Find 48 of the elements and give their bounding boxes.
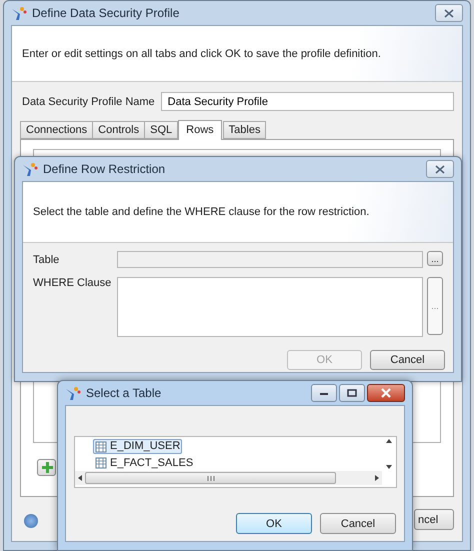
table-icon — [95, 457, 107, 469]
field-label: Table — [33, 253, 60, 268]
scroll-right-icon — [375, 475, 379, 481]
partly-hidden-button[interactable]: ncel — [414, 509, 454, 530]
scroll-down-icon — [386, 465, 392, 469]
field-label: Data Security Profile Name — [22, 96, 155, 108]
tab[interactable]: SQL — [144, 121, 178, 139]
window-title: Define Data Security Profile — [32, 6, 180, 20]
horizontal-scrollbar[interactable] — [75, 471, 382, 485]
tab[interactable]: Rows — [178, 120, 222, 140]
tab[interactable]: Tables — [222, 121, 266, 139]
app-logo-icon — [22, 161, 38, 177]
app-logo-icon — [65, 385, 81, 401]
list-item[interactable]: E_FACT_SALES — [93, 456, 196, 470]
close-button[interactable] — [435, 4, 463, 22]
close-icon — [381, 388, 391, 398]
help-icon[interactable] — [24, 514, 38, 528]
scroll-left-icon — [78, 475, 82, 481]
name-field[interactable]: Data Security Profile — [160, 92, 454, 111]
dialog-button[interactable]: Cancel — [370, 350, 445, 370]
instruction-text: Enter or edit settings on all tabs and click OK to save the profile definition. — [22, 48, 381, 60]
close-icon — [444, 8, 454, 18]
dialog-button[interactable]: OK — [236, 513, 312, 534]
table-icon — [95, 440, 107, 452]
app-logo-icon — [11, 5, 27, 21]
list-item[interactable]: E_DIM_USER — [93, 439, 182, 454]
close-button[interactable] — [367, 384, 405, 402]
browse-button[interactable]: ... — [427, 251, 443, 266]
dialog-button[interactable]: Cancel — [320, 513, 396, 534]
add-button[interactable] — [37, 459, 56, 476]
browse-button[interactable]: ... — [427, 277, 443, 335]
field-label: WHERE Clause — [33, 277, 112, 289]
close-button[interactable] — [426, 160, 454, 178]
scrollbar-thumb[interactable] — [85, 472, 336, 484]
minimize-icon — [319, 391, 329, 395]
scroll-up-icon — [386, 439, 392, 443]
grip-icon — [206, 476, 214, 480]
tab[interactable]: Controls — [92, 121, 146, 139]
maximize-icon — [347, 389, 357, 397]
maximize-button[interactable] — [339, 384, 365, 402]
close-icon — [435, 164, 445, 174]
minimize-button[interactable] — [311, 384, 337, 402]
window-title: Select a Table — [86, 386, 162, 400]
where-clause-field[interactable] — [117, 277, 423, 337]
tab[interactable]: Connections — [20, 121, 94, 139]
instruction-text: Select the table and define the WHERE clause for the row restriction. — [33, 206, 370, 218]
plus-icon — [42, 462, 53, 473]
window-title: Define Row Restriction — [43, 162, 166, 176]
